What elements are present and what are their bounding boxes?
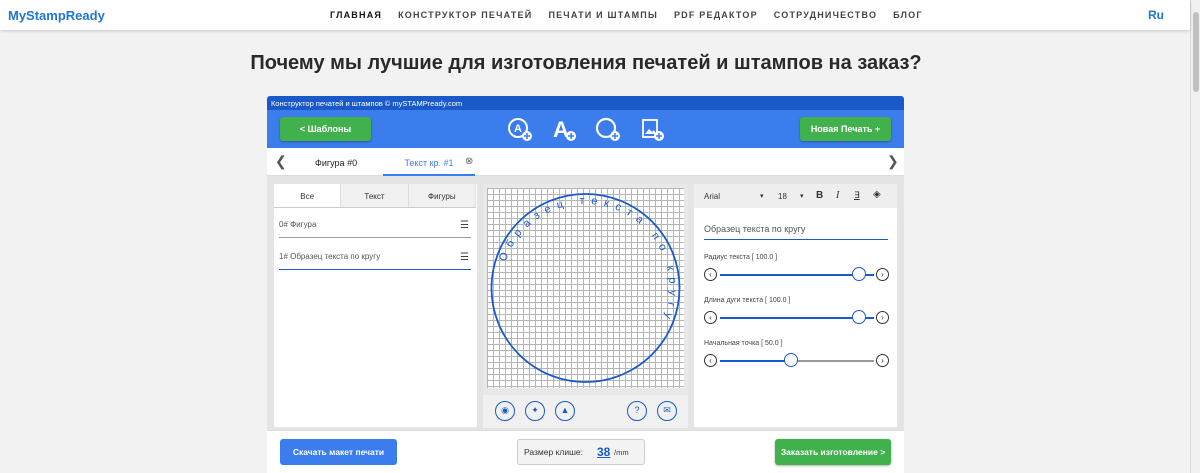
slider-knob[interactable] xyxy=(852,267,866,281)
filter-tab-figures[interactable]: Фигуры xyxy=(408,184,476,207)
size-label: Размер клише: xyxy=(524,447,584,457)
main-menu: ГЛАВНАЯ КОНСТРУКТОР ПЕЧАТЕЙ ПЕЧАТИ И ШТА… xyxy=(330,10,939,20)
italic-button[interactable]: I xyxy=(836,190,839,201)
app-toolbar: < Шаблоны A A Новая Печать + xyxy=(267,110,904,148)
order-button[interactable]: Заказать изготовление > xyxy=(775,439,891,465)
slider-track[interactable] xyxy=(720,317,874,319)
chevron-right-icon[interactable]: › xyxy=(876,354,889,367)
templates-button[interactable]: < Шаблоны xyxy=(280,117,371,141)
stamp-constructor-app: Конструктор печатей и штампов © mySTAMPr… xyxy=(267,96,904,473)
tabs-right-arrow-icon[interactable]: ❯ xyxy=(887,153,899,170)
menu-item-stamps[interactable]: ПЕЧАТИ И ШТАМПЫ xyxy=(548,10,658,20)
add-image-icon[interactable] xyxy=(639,116,665,142)
stamp-canvas[interactable]: Образец текста по кругу xyxy=(487,188,684,388)
app-title: Конструктор печатей и штампов © mySTAMPr… xyxy=(267,96,904,110)
format-toolbar: Arial ▾ 18 ▾ B I ∃ ◈ xyxy=(694,184,897,208)
radius-slider[interactable]: ‹ › xyxy=(704,267,890,282)
bottom-action-bar: Скачать макет печати Размер клише: 38 /m… xyxy=(267,430,904,473)
layer-label: 0# Фигура xyxy=(279,220,317,229)
cliche-size-box: Размер клише: 38 /mm xyxy=(517,439,645,465)
filter-tab-text[interactable]: Текст xyxy=(341,184,409,207)
stamp-preview: Образец текста по кругу xyxy=(490,193,681,383)
text-color-icon[interactable]: ∃ xyxy=(854,190,860,201)
canvas-controls: ◉ ✦ ▲ ? ✉ xyxy=(483,395,688,428)
menu-item-blog[interactable]: БЛОГ xyxy=(893,10,922,20)
magic-wand-icon[interactable]: ✦ xyxy=(525,401,545,421)
list-menu-icon[interactable]: ☰ xyxy=(460,220,469,231)
size-unit: /mm xyxy=(614,448,629,457)
chevron-right-icon[interactable]: › xyxy=(876,311,889,324)
page-scrollbar[interactable] xyxy=(1190,0,1200,473)
download-layout-button[interactable]: Скачать макет печати xyxy=(280,439,397,465)
menu-item-cooperation[interactable]: СОТРУДНИЧЕСТВО xyxy=(774,10,877,20)
layer-label: 1# Образец текста по кругу xyxy=(279,252,381,261)
menu-item-pdf-editor[interactable]: PDF РЕДАКТОР xyxy=(674,10,758,20)
mail-icon[interactable]: ✉ xyxy=(657,401,677,421)
chevron-right-icon[interactable]: › xyxy=(876,268,889,281)
work-area: Все Текст Фигуры 0# Фигура ☰ 1# Образец … xyxy=(267,176,904,430)
tab-circle-text-1[interactable]: Текст кр. #1 xyxy=(383,158,475,176)
chevron-down-icon[interactable]: ▾ xyxy=(760,192,764,200)
bold-button[interactable]: B xyxy=(816,190,823,201)
slider-knob[interactable] xyxy=(784,353,798,367)
arc-length-label: Длина дуги текста [ 100.0 ] xyxy=(704,297,791,304)
scrollbar-thumb[interactable] xyxy=(1193,12,1199,92)
layer-item[interactable]: 0# Фигура ☰ xyxy=(279,220,471,238)
close-tab-icon[interactable]: ⊗ xyxy=(465,156,473,167)
fill-bucket-icon[interactable]: ▲ xyxy=(555,401,575,421)
tabs-left-arrow-icon[interactable]: ❮ xyxy=(275,153,287,170)
properties-panel: Arial ▾ 18 ▾ B I ∃ ◈ Образец текста по к… xyxy=(694,184,897,427)
page-headline: Почему мы лучшие для изготовления печате… xyxy=(250,52,922,74)
top-navbar: MyStampReady ГЛАВНАЯ КОНСТРУКТОР ПЕЧАТЕЙ… xyxy=(0,0,1190,30)
layer-filter-tabs: Все Текст Фигуры xyxy=(274,184,476,208)
element-tabs: ❮ Фигура #0 Текст кр. #1 ⊗ ❯ xyxy=(267,148,904,176)
new-stamp-button[interactable]: Новая Печать + xyxy=(800,117,891,141)
eye-icon[interactable]: ◉ xyxy=(495,401,515,421)
tab-figure-0[interactable]: Фигура #0 xyxy=(315,158,357,168)
add-text-icon[interactable]: A xyxy=(551,116,577,142)
start-point-label: Начальная точка [ 50.0 ] xyxy=(704,340,783,347)
arc-length-slider[interactable]: ‹ › xyxy=(704,310,890,325)
add-circle-icon[interactable] xyxy=(595,116,621,142)
list-menu-icon[interactable]: ☰ xyxy=(460,252,469,263)
canvas-panel: Образец текста по кругу ◉ ✦ ▲ ? ✉ xyxy=(483,184,688,428)
filter-tab-all[interactable]: Все xyxy=(274,184,342,207)
chevron-left-icon[interactable]: ‹ xyxy=(704,268,717,281)
language-switch[interactable]: Ru xyxy=(1148,8,1164,22)
fill-color-icon[interactable]: ◈ xyxy=(873,189,881,200)
slider-knob[interactable] xyxy=(852,310,866,324)
circle-text: Образец текста по кругу xyxy=(497,195,679,327)
font-select[interactable]: Arial xyxy=(704,192,720,201)
size-select[interactable]: 18 xyxy=(778,192,787,201)
brand-logo[interactable]: MyStampReady xyxy=(8,8,105,23)
size-value[interactable]: 38 xyxy=(597,445,610,459)
help-icon[interactable]: ? xyxy=(627,401,647,421)
layers-panel: Все Текст Фигуры 0# Фигура ☰ 1# Образец … xyxy=(274,184,477,427)
chevron-left-icon[interactable]: ‹ xyxy=(704,354,717,367)
text-input[interactable]: Образец текста по кругу xyxy=(704,224,888,240)
svg-text:A: A xyxy=(514,123,522,135)
add-text-circle-icon[interactable]: A xyxy=(507,116,533,142)
menu-item-home[interactable]: ГЛАВНАЯ xyxy=(330,10,382,20)
layer-item[interactable]: 1# Образец текста по кругу ☰ xyxy=(279,252,471,270)
start-point-slider[interactable]: ‹ › xyxy=(704,353,890,368)
slider-track[interactable] xyxy=(720,274,874,276)
chevron-left-icon[interactable]: ‹ xyxy=(704,311,717,324)
menu-item-constructor[interactable]: КОНСТРУКТОР ПЕЧАТЕЙ xyxy=(398,10,532,20)
chevron-down-icon[interactable]: ▾ xyxy=(800,192,804,200)
radius-label: Радиус текста [ 100.0 ] xyxy=(704,254,778,261)
